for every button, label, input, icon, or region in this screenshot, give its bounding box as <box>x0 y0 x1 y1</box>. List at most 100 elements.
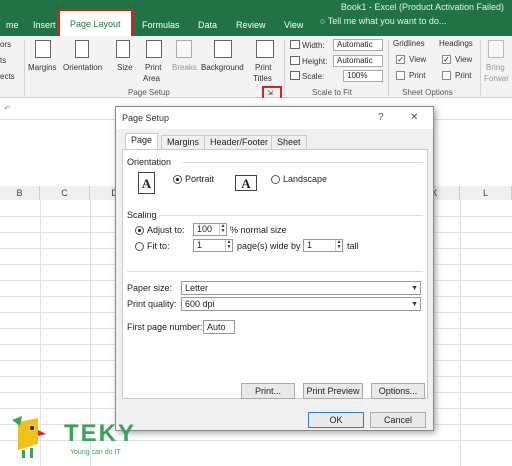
scale-icon <box>290 71 300 80</box>
tab-page[interactable]: Page <box>125 133 159 149</box>
fit-wide-value: 1 <box>197 240 203 250</box>
ok-button[interactable]: OK <box>308 412 364 428</box>
adjust-value: 100 <box>197 224 213 234</box>
print-titles-button-line2[interactable]: Titles <box>253 74 272 83</box>
margins-button[interactable]: Margins <box>28 63 56 72</box>
group-divider <box>388 40 389 96</box>
tab-page-layout[interactable]: Page Layout <box>58 9 133 36</box>
adjust-to-spinner[interactable]: 100 ▲ ▼ <box>193 223 227 236</box>
margins-icon[interactable] <box>35 40 51 58</box>
headings-view-checkbox[interactable]: ✓ <box>442 55 451 64</box>
fit-to-label[interactable]: Fit to: <box>147 241 170 251</box>
first-page-number-input[interactable]: Auto <box>203 320 235 334</box>
fit-tall-value: 1 <box>307 240 313 250</box>
height-label: Height: <box>302 57 328 66</box>
pages-wide-by-label: page(s) wide by <box>237 241 301 251</box>
tab-insert[interactable]: Insert <box>27 16 62 36</box>
fit-wide-spinner[interactable]: 1 ▲ ▼ <box>193 239 233 252</box>
tab-review[interactable]: Review <box>230 16 272 36</box>
dialog-launcher-icon[interactable]: ⇲ <box>267 89 273 97</box>
help-icon[interactable]: ? <box>378 112 384 123</box>
orientation-button[interactable]: Orientation <box>63 63 102 72</box>
column-header-b[interactable]: B <box>0 186 40 200</box>
print-area-button-line2[interactable]: Area <box>143 74 160 83</box>
tab-margins[interactable]: Margins <box>161 135 206 149</box>
print-button[interactable]: Print... <box>241 383 295 399</box>
width-icon <box>290 40 300 49</box>
page-tab-panel: Orientation A Portrait A Landscape Scali… <box>122 149 428 399</box>
orientation-icon[interactable] <box>75 40 89 58</box>
bring-forward-icon[interactable] <box>488 40 504 58</box>
width-dropdown[interactable]: Automatic <box>333 39 383 51</box>
landscape-label[interactable]: Landscape <box>283 174 327 184</box>
column-header-c[interactable]: C <box>40 186 90 200</box>
tab-view[interactable]: View <box>278 16 309 36</box>
scale-value: 100% <box>347 71 368 80</box>
bring-forward-line2[interactable]: Forwar <box>484 74 509 83</box>
height-dropdown[interactable]: Automatic <box>333 55 383 67</box>
bring-forward-line1[interactable]: Bring <box>486 63 505 72</box>
column-header-l[interactable]: L <box>460 186 512 200</box>
scaling-label: Scaling <box>127 210 157 220</box>
spinner-arrows-icon[interactable]: ▲ ▼ <box>335 240 342 251</box>
undo-arrow-icon[interactable]: ↶ <box>4 104 11 113</box>
print-titles-button-line1[interactable]: Print <box>255 63 271 72</box>
tab-home[interactable]: me <box>0 16 25 36</box>
cancel-button[interactable]: Cancel <box>370 412 426 428</box>
paper-size-label: Paper size: <box>127 283 173 293</box>
headings-view-label: View <box>455 55 473 64</box>
normal-size-label: % normal size <box>230 225 287 235</box>
spinner-arrows-icon[interactable]: ▲ ▼ <box>219 224 226 235</box>
paper-size-select[interactable]: Letter ▼ <box>181 281 421 295</box>
tab-sheet[interactable]: Sheet <box>271 135 307 149</box>
divider <box>127 271 423 272</box>
scale-to-fit-group-name: Scale to Fit <box>312 88 353 97</box>
scale-input[interactable]: 100% <box>343 70 383 82</box>
portrait-radio[interactable] <box>173 175 182 184</box>
print-titles-icon[interactable] <box>256 40 274 58</box>
tell-me-box[interactable]: ○ Tell me what you want to do... <box>320 16 446 26</box>
gridlines-print-checkbox[interactable] <box>396 71 405 80</box>
grid-line <box>460 200 461 466</box>
spinner-arrows-icon[interactable]: ▲ ▼ <box>225 240 232 251</box>
group-divider <box>24 40 25 96</box>
landscape-radio[interactable] <box>271 175 280 184</box>
themes-colors-partial[interactable]: ors <box>0 40 11 49</box>
print-preview-button[interactable]: Print Preview <box>303 383 363 399</box>
landscape-page-icon: A <box>235 175 257 191</box>
chevron-down-icon: ▼ <box>411 285 418 292</box>
print-area-button-line1[interactable]: Print <box>145 63 161 72</box>
adjust-to-label[interactable]: Adjust to: <box>147 225 185 235</box>
print-quality-select[interactable]: 600 dpi ▼ <box>181 297 421 311</box>
portrait-label[interactable]: Portrait <box>185 174 214 184</box>
height-icon <box>290 56 300 65</box>
adjust-to-radio[interactable] <box>135 226 144 235</box>
portrait-page-icon: A <box>138 172 155 194</box>
print-quality-label: Print quality: <box>127 299 177 309</box>
background-icon[interactable] <box>214 40 232 58</box>
fit-to-radio[interactable] <box>135 242 144 251</box>
print-area-icon[interactable] <box>146 40 162 58</box>
background-button[interactable]: Background <box>201 63 244 72</box>
options-button[interactable]: Options... <box>371 383 425 399</box>
teky-brand-text: TEKY <box>64 420 137 447</box>
breaks-button[interactable]: Breaks <box>172 63 197 72</box>
fit-tall-spinner[interactable]: 1 ▲ ▼ <box>303 239 343 252</box>
size-button[interactable]: Size <box>117 63 133 72</box>
breaks-icon[interactable] <box>176 40 192 58</box>
themes-fonts-partial[interactable]: ts <box>0 56 6 65</box>
divider <box>159 215 423 216</box>
gridlines-view-checkbox[interactable]: ✓ <box>396 55 405 64</box>
themes-effects-partial[interactable]: ects <box>0 72 15 81</box>
window-title: Book1 - Excel (Product Activation Failed… <box>340 2 504 12</box>
headings-print-label: Print <box>455 71 472 80</box>
tab-formulas[interactable]: Formulas <box>136 16 186 36</box>
tab-data[interactable]: Data <box>192 16 223 36</box>
gridlines-view-label: View <box>409 55 427 64</box>
width-value: Automatic <box>337 40 373 49</box>
headings-print-checkbox[interactable] <box>442 71 451 80</box>
tab-header-footer[interactable]: Header/Footer <box>204 135 275 149</box>
close-icon[interactable]: ✕ <box>410 112 418 123</box>
paper-size-value: Letter <box>185 283 209 293</box>
size-icon[interactable] <box>116 40 130 58</box>
